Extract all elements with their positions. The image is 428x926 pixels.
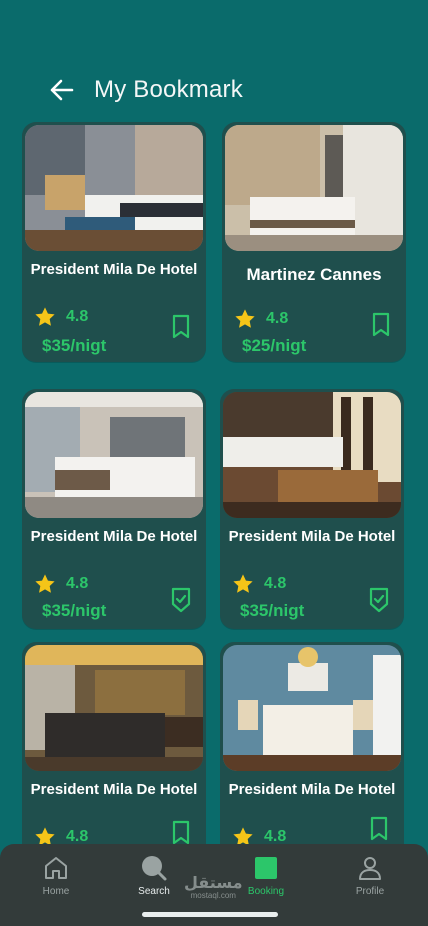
hotel-name: President Mila De Hotel xyxy=(30,261,198,278)
hotel-card[interactable]: Martinez Cannes 4.8 $25/nigt xyxy=(222,122,406,362)
hotel-rating: 4.8 xyxy=(234,308,288,330)
arrow-left-icon xyxy=(50,79,74,101)
watermark-arabic: مستقل xyxy=(184,875,243,892)
bookmark-icon[interactable] xyxy=(370,312,392,338)
hotel-price: $25/nigt xyxy=(242,336,307,355)
hotel-card[interactable]: President Mila De Hotel 4.8 $35/nigt xyxy=(22,389,206,629)
hotel-card[interactable]: President Mila De Hotel 4.8 $35/nigt xyxy=(220,389,404,629)
hotel-rating: 4.8 xyxy=(34,573,88,595)
hotel-name: President Mila De Hotel xyxy=(228,528,396,545)
hotel-name: President Mila De Hotel xyxy=(30,781,198,798)
rating-value: 4.8 xyxy=(66,308,89,325)
rating-value: 4.8 xyxy=(266,310,289,327)
hotel-price: $35/nigt xyxy=(42,601,107,620)
page-header: My Bookmark xyxy=(48,70,243,110)
booking-icon xyxy=(255,857,277,879)
bookmark-check-icon[interactable] xyxy=(368,587,390,613)
hotel-price: $35/nigt xyxy=(42,336,107,355)
home-icon xyxy=(45,857,67,879)
star-icon xyxy=(35,574,55,593)
hotel-photo xyxy=(225,125,403,251)
nav-item-search[interactable]: Search xyxy=(114,854,194,897)
bookmark-icon[interactable] xyxy=(170,820,192,846)
bookmark-icon[interactable] xyxy=(368,816,390,842)
search-icon xyxy=(142,856,167,881)
hotel-price: $35/nigt xyxy=(240,601,305,620)
bookmark-icon[interactable] xyxy=(170,314,192,340)
hotel-card[interactable]: President Mila De Hotel 4.8 $35/nigt xyxy=(22,122,206,362)
star-icon xyxy=(235,309,255,328)
watermark-latin: mostaql.com xyxy=(190,891,236,900)
hotel-photo xyxy=(223,392,401,518)
nav-item-profile[interactable]: Profile xyxy=(330,854,410,897)
rating-value: 4.8 xyxy=(66,575,89,592)
hotel-rating: 4.8 xyxy=(232,573,286,595)
hotel-photo xyxy=(25,392,203,518)
watermark: مستقل mostaql.com xyxy=(184,875,243,902)
page-title: My Bookmark xyxy=(94,76,243,103)
nav-item-home[interactable]: Home xyxy=(16,854,96,897)
nav-label-search: Search xyxy=(138,886,170,897)
rating-value: 4.8 xyxy=(264,575,287,592)
hotel-name: Martinez Cannes xyxy=(246,265,382,284)
bookmark-check-icon[interactable] xyxy=(170,587,192,613)
hotel-name: President Mila De Hotel xyxy=(30,528,198,545)
hotel-photo xyxy=(25,645,203,771)
back-button[interactable] xyxy=(48,76,76,104)
hotel-photo xyxy=(223,645,401,771)
hotel-name: President Mila De Hotel xyxy=(228,781,396,798)
profile-icon xyxy=(359,857,381,880)
star-icon xyxy=(35,307,55,326)
star-icon xyxy=(233,574,253,593)
hotel-rating: 4.8 xyxy=(34,306,88,328)
nav-label-home: Home xyxy=(42,886,70,897)
hotel-photo xyxy=(25,125,203,251)
nav-label-profile: Profile xyxy=(355,886,385,897)
home-indicator[interactable] xyxy=(142,912,278,917)
